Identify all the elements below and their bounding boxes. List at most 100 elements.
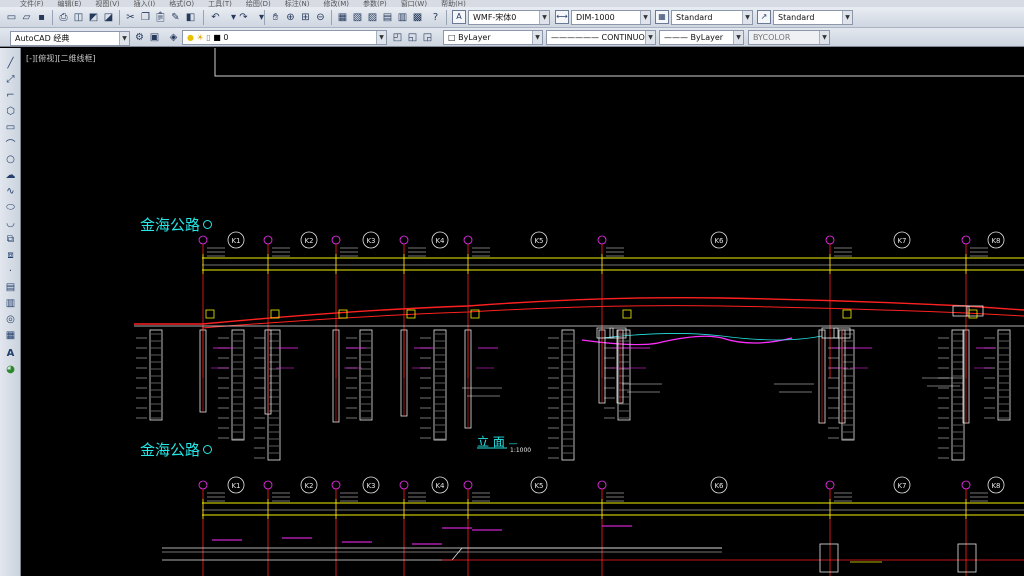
- separator: [52, 10, 53, 25]
- layer-select[interactable]: ● ☀︎ ▯ ■ 0 ▼: [182, 30, 387, 45]
- lock-icon: ▯: [206, 33, 211, 42]
- multileader-style-icon[interactable]: ↗: [757, 10, 771, 24]
- zoom-window-icon[interactable]: ⊞: [298, 10, 313, 25]
- viewport-controls[interactable]: [-][俯视][二维线框]: [26, 53, 96, 64]
- sheet-set-icon[interactable]: ▤: [380, 10, 395, 25]
- paste-icon[interactable]: 📋︎: [153, 10, 168, 25]
- polyline-icon[interactable]: ⌐: [3, 88, 18, 102]
- lineweight-value: ByLayer: [690, 33, 724, 42]
- axis-label: K5: [534, 482, 543, 490]
- make-current-layer-icon[interactable]: ◰: [390, 30, 405, 45]
- multiline-text-icon[interactable]: A: [3, 346, 18, 360]
- separator: [331, 10, 332, 25]
- polygon-icon[interactable]: ⬡: [3, 104, 18, 118]
- construction-line-icon[interactable]: ⤢: [3, 72, 18, 86]
- sun-icon: ☀︎: [196, 33, 204, 42]
- publish-icon[interactable]: ◩: [86, 10, 101, 25]
- cut-icon[interactable]: ✂: [123, 10, 138, 25]
- drawing-canvas[interactable]: K1 K2 K3 K4 K5 K6 K7 K8 K1 K2 K3 K4 K5 K6 K7 K8 [-][俯视]…: [22, 48, 1024, 576]
- layer-previous-icon[interactable]: ◱: [405, 30, 420, 45]
- pier-tag: [205, 309, 215, 319]
- linetype-select[interactable]: —————— CONTINUOUS ▼: [546, 30, 656, 45]
- bridge-deck: [134, 296, 1024, 325]
- lineweight-sample: ———: [664, 33, 688, 42]
- layer-state-icon[interactable]: ◲: [420, 30, 435, 45]
- tool-palettes-icon[interactable]: ▨: [365, 10, 380, 25]
- plan-outline: [162, 547, 722, 561]
- calculator-icon[interactable]: ▩: [410, 10, 425, 25]
- make-block-icon[interactable]: ⧈: [3, 248, 18, 262]
- table-style-select[interactable]: Standard ▼: [671, 10, 753, 25]
- dim-style-select[interactable]: DIM-1000 ▼: [571, 10, 651, 25]
- design-center-icon[interactable]: ▧: [350, 10, 365, 25]
- gradient-icon[interactable]: ▥: [3, 296, 18, 310]
- viewport-frame: [214, 48, 1024, 77]
- workspace-settings-icon[interactable]: ⚙︎: [132, 30, 147, 45]
- arc-icon[interactable]: ⌒: [3, 136, 18, 151]
- preview-icon[interactable]: ◫: [71, 10, 86, 25]
- zoom-realtime-icon[interactable]: ⊕: [283, 10, 298, 25]
- open-file-icon[interactable]: ▱: [19, 10, 34, 25]
- plan-pier: [819, 543, 839, 573]
- elevation-title-text: 立 面: [477, 435, 505, 449]
- region-icon[interactable]: ◎: [3, 312, 18, 326]
- print-icon[interactable]: ⎙: [56, 10, 71, 25]
- redo-icon[interactable]: ↷: [236, 10, 251, 25]
- text-style-icon[interactable]: A: [452, 10, 466, 24]
- insert-block-icon[interactable]: ⧉: [3, 232, 18, 246]
- save-icon[interactable]: ▪: [34, 10, 49, 25]
- ellipse-arc-icon[interactable]: ◡: [3, 216, 18, 230]
- copy-icon[interactable]: ❐: [138, 10, 153, 25]
- pan-icon[interactable]: ✋︎: [268, 10, 283, 25]
- pier-number-bubble: [198, 235, 208, 245]
- hatch-icon[interactable]: ▤: [3, 280, 18, 294]
- rectangle-icon[interactable]: ▭: [3, 120, 18, 134]
- table-icon[interactable]: ▦: [3, 328, 18, 342]
- soil-boring-column: [149, 329, 163, 421]
- line-icon[interactable]: ╱: [3, 56, 18, 70]
- match-properties-icon[interactable]: ✎: [168, 10, 183, 25]
- multileader-style-select[interactable]: Standard ▼: [773, 10, 853, 25]
- add-selected-icon[interactable]: ◕: [3, 362, 18, 376]
- help-icon[interactable]: ?: [428, 10, 443, 25]
- soil-boring-column: [267, 329, 281, 461]
- road-label-text: 金海公路: [140, 441, 201, 459]
- pier-number-bubble: [399, 235, 409, 245]
- axis-label: K7: [897, 482, 906, 490]
- layer-value: 0: [223, 33, 229, 42]
- point-icon[interactable]: ·: [3, 264, 18, 278]
- chevron-down-icon: ▼: [742, 11, 752, 24]
- road-label-top: 金海公路: [140, 214, 213, 235]
- axis-label: K3: [366, 237, 375, 245]
- undo-icon[interactable]: ↶: [208, 10, 223, 25]
- plot-icon[interactable]: ◪: [101, 10, 116, 25]
- axis-label: K8: [991, 482, 1000, 490]
- chevron-down-icon: ▼: [640, 11, 650, 24]
- chevron-down-icon: ▼: [119, 32, 129, 45]
- zoom-previous-icon[interactable]: ⊖: [313, 10, 328, 25]
- markup-icon[interactable]: ▥: [395, 10, 410, 25]
- workspace-select[interactable]: AutoCAD 经典 ▼: [10, 31, 130, 46]
- cad-drawing: K1 K2 K3 K4 K5 K6 K7 K8 K1 K2 K3 K4 K5 K6 K7 K8: [134, 48, 1024, 576]
- chevron-down-icon: ▼: [539, 11, 549, 24]
- revision-cloud-icon[interactable]: ☁︎: [3, 168, 18, 182]
- layer-manager-icon[interactable]: ◈: [166, 30, 181, 45]
- separator: [446, 10, 447, 25]
- pile-cap: [952, 305, 970, 317]
- workspace-save-icon[interactable]: ▣: [147, 30, 162, 45]
- color-select[interactable]: □ ByLayer ▼: [443, 30, 543, 45]
- text-style-select[interactable]: WMF-宋体0 ▼: [468, 10, 550, 25]
- separator: [119, 10, 120, 25]
- ellipse-icon[interactable]: ⬭: [3, 200, 18, 214]
- block-editor-icon[interactable]: ◧: [183, 10, 198, 25]
- pier-number-bubble: [399, 480, 409, 490]
- new-file-icon[interactable]: ▭: [4, 10, 19, 25]
- redo-dropdown-icon[interactable]: ▾: [254, 10, 269, 25]
- lineweight-select[interactable]: ——— ByLayer ▼: [659, 30, 744, 45]
- table-style-icon[interactable]: ▦: [655, 10, 669, 24]
- road-label-bottom: 金海公路: [140, 439, 213, 460]
- spline-icon[interactable]: ∿: [3, 184, 18, 198]
- properties-icon[interactable]: ▦: [335, 10, 350, 25]
- circle-icon[interactable]: ○: [3, 152, 18, 166]
- dim-style-icon[interactable]: ⟷: [555, 10, 569, 24]
